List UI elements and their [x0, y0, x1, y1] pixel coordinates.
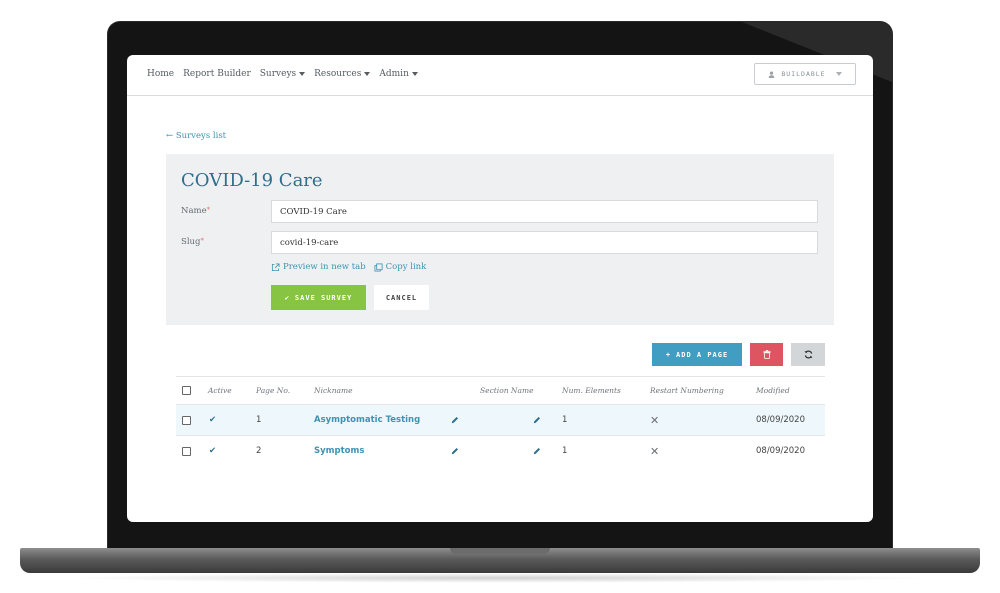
trash-icon	[762, 350, 771, 359]
pencil-icon[interactable]	[451, 447, 459, 455]
table-row[interactable]: ✔ 1 Asymptomatic Testing 1 ✕ 08/09/2020	[176, 405, 825, 436]
survey-form-panel: COVID-19 Care Name* Slug* Preview in new…	[166, 154, 834, 325]
close-x-icon: ✕	[650, 444, 660, 458]
nickname-cell: Symptoms	[314, 436, 364, 466]
preview-link[interactable]: Preview in new tab	[271, 262, 366, 272]
row-select-cell	[182, 405, 191, 435]
nav-surveys[interactable]: Surveys	[259, 69, 306, 79]
edit-nickname-cell	[451, 405, 459, 435]
row-select-cell	[182, 436, 191, 466]
column-header-page-no[interactable]: Page No.	[256, 377, 290, 404]
laptop-lid: Home Report Builder Surveys Resources Ad…	[108, 22, 892, 549]
caret-down-icon	[835, 72, 842, 76]
nav-links: Home Report Builder Surveys Resources Ad…	[147, 69, 418, 79]
user-icon	[769, 70, 775, 78]
column-header-section-name[interactable]: Section Name	[480, 377, 534, 404]
pencil-icon[interactable]	[533, 416, 541, 424]
top-navbar: Home Report Builder Surveys Resources Ad…	[127, 55, 873, 96]
nav-home[interactable]: Home	[147, 69, 174, 79]
delete-button[interactable]	[750, 343, 783, 366]
pages-table: Active Page No. Nickname Section Name Nu…	[176, 376, 825, 466]
cancel-button[interactable]: CANCEL	[374, 285, 429, 310]
plus-icon: +	[665, 350, 672, 359]
form-links: Preview in new tab Copy link	[271, 262, 426, 272]
active-check-icon: ✔	[209, 446, 217, 456]
column-header-restart-numbering[interactable]: Restart Numbering	[650, 377, 724, 404]
nav-admin-label: Admin	[379, 69, 409, 79]
nickname-cell: Asymptomatic Testing	[314, 405, 420, 435]
pencil-icon[interactable]	[533, 447, 541, 455]
surveys-list-link[interactable]: ← Surveys list	[166, 131, 226, 141]
page-number: 1	[256, 415, 262, 425]
required-marker: *	[200, 237, 204, 245]
slug-field[interactable]	[271, 231, 818, 254]
nickname-link[interactable]: Symptoms	[314, 446, 364, 456]
add-page-label: ADD A PAGE	[676, 350, 729, 359]
copy-link-label: Copy link	[385, 262, 427, 272]
row-checkbox[interactable]	[182, 446, 191, 456]
num-elements: 1	[562, 415, 568, 425]
preview-link-label: Preview in new tab	[283, 262, 366, 272]
refresh-button[interactable]	[791, 343, 825, 366]
close-x-icon: ✕	[650, 413, 660, 427]
caret-down-icon	[299, 71, 306, 76]
nav-report-builder[interactable]: Report Builder	[183, 69, 251, 79]
nav-resources[interactable]: Resources	[314, 69, 371, 79]
app-screen: Home Report Builder Surveys Resources Ad…	[127, 55, 873, 522]
nav-resources-label: Resources	[314, 69, 362, 79]
name-label: Name*	[181, 206, 210, 216]
column-header-num-elements[interactable]: Num. Elements	[562, 377, 621, 404]
table-row[interactable]: ✔ 2 Symptoms 1 ✕ 08/09/2020	[176, 436, 825, 466]
active-check-icon: ✔	[209, 415, 217, 425]
column-header-modified[interactable]: Modified	[756, 377, 790, 404]
pencil-icon[interactable]	[451, 416, 459, 424]
row-checkbox[interactable]	[182, 415, 191, 425]
column-header-active[interactable]: Active	[208, 377, 232, 404]
copy-link[interactable]: Copy link	[374, 262, 427, 272]
table-header: Active Page No. Nickname Section Name Nu…	[176, 376, 825, 405]
modified-date: 08/09/2020	[756, 415, 805, 425]
nickname-link[interactable]: Asymptomatic Testing	[314, 415, 420, 425]
required-marker: *	[206, 206, 211, 214]
select-all-checkbox[interactable]	[182, 386, 191, 395]
external-link-icon	[271, 262, 280, 271]
caret-down-icon	[364, 71, 371, 76]
add-page-button[interactable]: + ADD A PAGE	[652, 343, 742, 366]
laptop-shadow	[60, 573, 940, 583]
name-label-text: Name	[181, 206, 207, 216]
column-header-nickname[interactable]: Nickname	[314, 377, 353, 404]
laptop-notch	[450, 548, 550, 554]
nav-admin[interactable]: Admin	[379, 69, 418, 79]
page-title: COVID-19 Care	[181, 170, 323, 191]
edit-nickname-cell	[451, 436, 459, 466]
caret-down-icon	[411, 71, 418, 76]
modified-date: 08/09/2020	[756, 446, 805, 456]
user-menu-button[interactable]: BUILDABLE	[754, 63, 856, 85]
user-menu-label: BUILDABLE	[781, 70, 826, 78]
edit-section-cell	[533, 436, 541, 466]
nav-surveys-label: Surveys	[259, 69, 297, 79]
save-survey-label: SAVE SURVEY	[294, 293, 353, 302]
laptop-base	[20, 548, 980, 573]
refresh-icon	[803, 350, 813, 359]
check-icon: ✔	[284, 293, 290, 302]
edit-section-cell	[533, 405, 541, 435]
num-elements: 1	[562, 446, 568, 456]
save-survey-button[interactable]: ✔ SAVE SURVEY	[271, 285, 366, 310]
name-field[interactable]	[271, 200, 818, 223]
select-all-cell	[182, 377, 191, 404]
page-number: 2	[256, 446, 262, 456]
copy-icon	[374, 262, 383, 272]
slug-label: Slug*	[181, 237, 204, 247]
slug-label-text: Slug	[181, 237, 201, 247]
